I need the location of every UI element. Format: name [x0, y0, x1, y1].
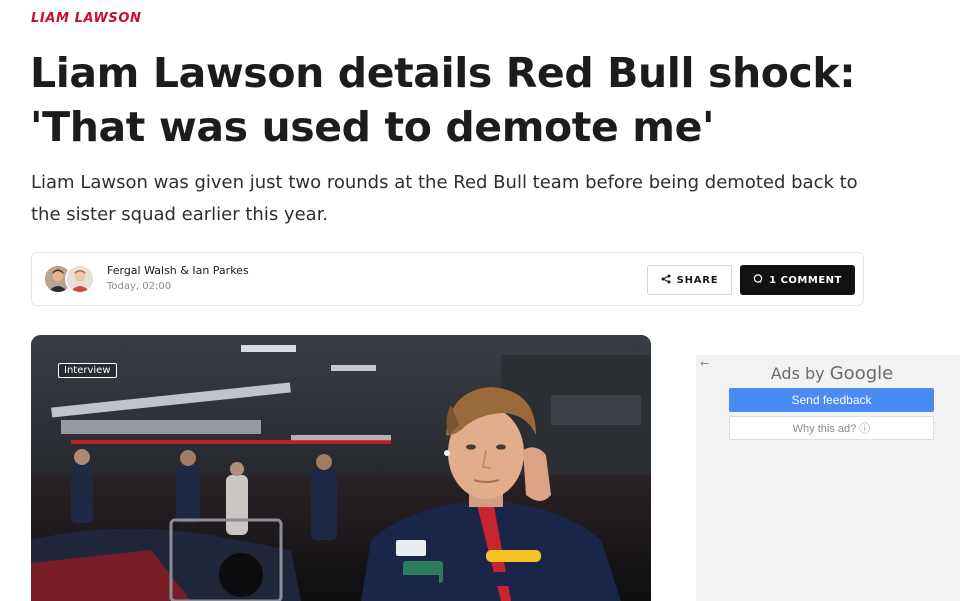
hero-photo-illustration — [31, 335, 651, 601]
why-this-ad-button[interactable]: Why this ad? ⓘ — [729, 416, 934, 440]
interview-tag[interactable]: Interview — [58, 363, 117, 378]
author-avatar-2[interactable] — [65, 264, 95, 294]
hero-image[interactable]: Interview — [31, 335, 651, 601]
byline-bar: Fergal Walsh & Ian Parkes Today, 02:00 S… — [31, 252, 864, 306]
ad-panel: ← Ads by Google Send feedback Why this a… — [696, 355, 960, 601]
publish-time: Today, 02:00 — [107, 281, 172, 292]
ads-by-label: Ads by — [770, 364, 825, 383]
comment-label: 1 COMMENT — [769, 274, 842, 286]
share-button[interactable]: SHARE — [647, 265, 732, 295]
byline-authors[interactable]: Fergal Walsh & Ian Parkes — [107, 264, 249, 277]
google-wordmark: Google — [829, 363, 894, 384]
share-icon — [661, 274, 671, 287]
send-feedback-button[interactable]: Send feedback — [729, 388, 934, 412]
comment-button[interactable]: 1 COMMENT — [740, 265, 855, 295]
share-label: SHARE — [676, 274, 719, 286]
ads-by-google: Ads by Google — [696, 363, 960, 384]
article-standfirst: Liam Lawson was given just two rounds at… — [31, 172, 858, 225]
article-category[interactable]: LIAM LAWSON — [31, 11, 142, 26]
comment-icon — [753, 273, 763, 287]
article-headline: Liam Lawson details Red Bull shock: 'Tha… — [30, 49, 856, 151]
